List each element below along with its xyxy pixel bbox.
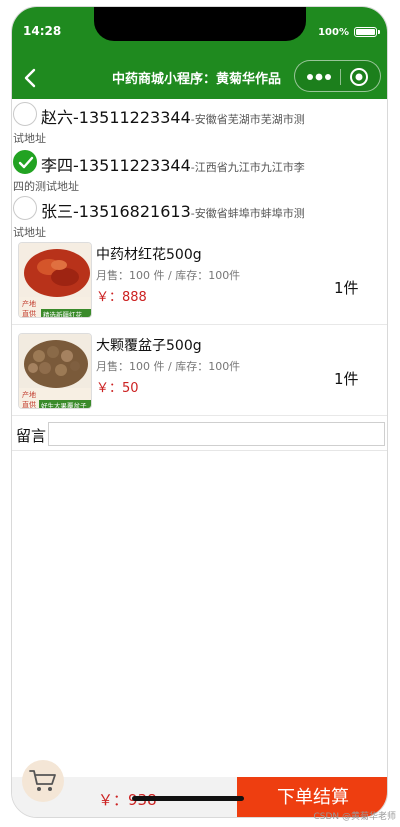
svg-text:产地: 产地	[22, 390, 36, 399]
capsule-divider	[340, 69, 341, 85]
svg-text:精选新疆红花: 精选新疆红花	[43, 310, 83, 318]
product-sales-stock: 月售：100 件 / 库存：100件	[96, 269, 241, 282]
more-dots-icon[interactable]	[306, 69, 332, 83]
address-radio-checked[interactable]	[13, 150, 37, 174]
product-image-raspberry[interactable]: 产地 直供 好生大果覆盆子	[18, 333, 92, 409]
product-image-safflower[interactable]: 产地 直供 精选新疆红花	[18, 242, 92, 318]
phone-frame: 14:28 100% 中药商城小程序：黄菊华作品 赵六-13511223344-…	[11, 6, 388, 818]
address-line1: 张三-13516821613-安徽省蚌埠市蚌埠市测	[41, 198, 305, 222]
back-arrow-icon[interactable]	[20, 67, 42, 89]
status-time: 14:28	[23, 24, 62, 38]
memo-input[interactable]	[48, 422, 385, 446]
memo-label: 留言	[16, 427, 47, 445]
address-option[interactable]: 李四-13511223344-江西省九江市九江市李 四的测试地址	[12, 145, 387, 193]
product-sales-stock: 月售：100 件 / 库存：100件	[96, 360, 241, 373]
address-detail: -江西省九江市九江市李	[190, 161, 305, 174]
address-radio[interactable]	[13, 196, 37, 220]
product-price: ￥：888	[96, 290, 147, 305]
address-line1: 赵六-13511223344-安徽省芜湖市芜湖市测	[41, 104, 305, 128]
address-name-phone: 赵六-13511223344	[41, 108, 191, 127]
battery-icon	[354, 27, 380, 37]
product-name: 大颗覆盆子500g	[96, 338, 202, 354]
address-name-phone: 张三-13516821613	[41, 202, 191, 221]
mini-program-capsule	[294, 60, 381, 92]
cart-button[interactable]	[22, 760, 64, 802]
product-quantity: 1件	[334, 279, 359, 297]
address-name-phone: 李四-13511223344	[41, 156, 191, 175]
address-detail: -安徽省蚌埠市蚌埠市测	[190, 207, 305, 220]
checkmark-icon	[18, 156, 34, 169]
svg-text:直供: 直供	[22, 400, 36, 409]
product-row[interactable]: 产地 直供 好生大果覆盆子 大颗覆盆子500g 月售：100 件 / 库存：10…	[12, 327, 387, 416]
battery-percent: 100%	[318, 27, 349, 38]
product-price: ￥：50	[96, 381, 139, 396]
page-title: 中药商城小程序：黄菊华作品	[112, 72, 282, 87]
svg-text:直供: 直供	[22, 309, 36, 318]
home-indicator	[132, 796, 244, 801]
product-quantity: 1件	[334, 370, 359, 388]
device-notch	[94, 7, 306, 41]
address-option[interactable]: 张三-13516821613-安徽省蚌埠市蚌埠市测 试地址	[12, 191, 387, 239]
product-name: 中药材红花500g	[96, 247, 202, 263]
svg-text:好生大果覆盆子: 好生大果覆盆子	[41, 401, 87, 409]
memo-row: 留言	[12, 419, 387, 451]
address-radio[interactable]	[13, 102, 37, 126]
close-target-icon[interactable]	[349, 67, 369, 87]
cart-icon	[29, 770, 56, 791]
address-detail-cont: 试地址	[13, 132, 46, 145]
address-detail: -安徽省芜湖市芜湖市测	[190, 113, 305, 126]
address-line1: 李四-13511223344-江西省九江市九江市李	[41, 152, 305, 176]
watermark: CSDN @黄菊华老师	[313, 812, 396, 822]
address-option[interactable]: 赵六-13511223344-安徽省芜湖市芜湖市测 试地址	[12, 99, 387, 145]
svg-text:产地: 产地	[22, 299, 36, 308]
product-row[interactable]: 产地 直供 精选新疆红花 中药材红花500g 月售：100 件 / 库存：100…	[12, 236, 387, 325]
